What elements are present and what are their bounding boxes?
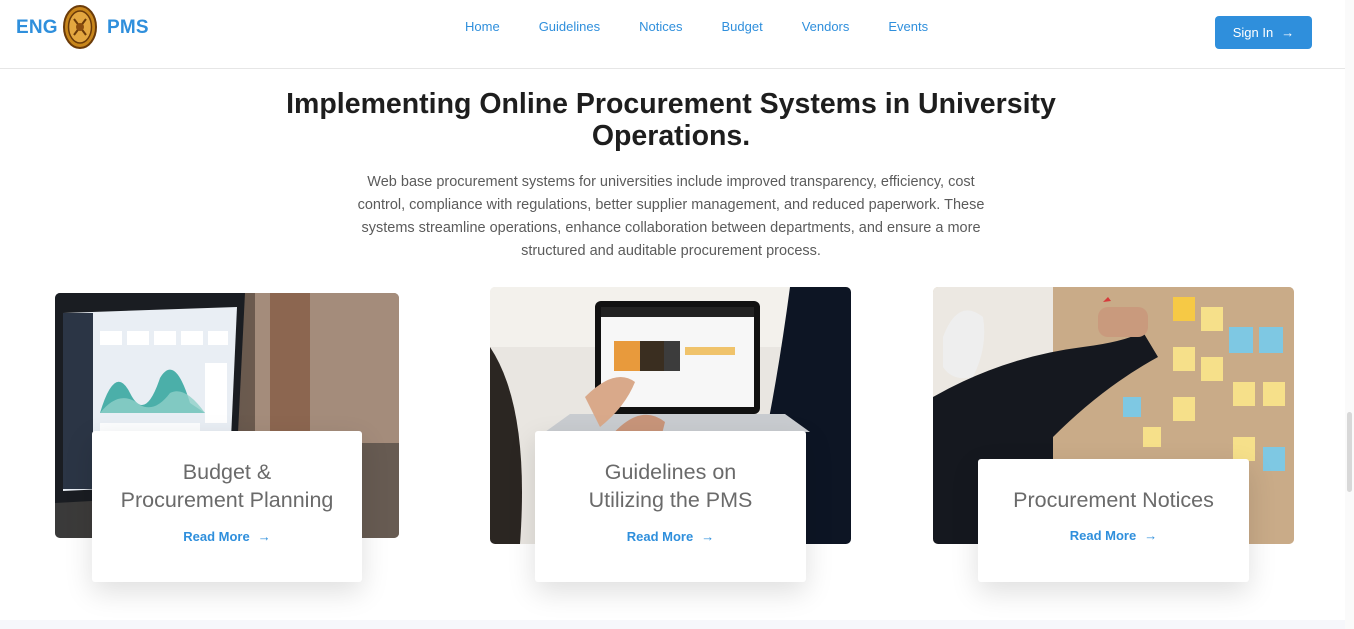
page-title-line1: Implementing Online Procurement Systems … xyxy=(286,88,1056,120)
read-more-label: Read More xyxy=(1069,528,1137,543)
card-budget-title-line1: Budget & xyxy=(182,460,272,484)
description-line4: structured and auditable procurement pro… xyxy=(521,243,821,259)
card-guidelines-title-line1: Guidelines on xyxy=(604,460,737,484)
nav-notices[interactable]: Notices xyxy=(639,19,682,34)
arrow-right-icon: → xyxy=(1144,528,1158,543)
card-budget[interactable]: Budget & Procurement Planning Read More … xyxy=(92,431,362,582)
brand-pms[interactable]: PMS xyxy=(107,17,149,39)
main-nav: Home Guidelines Notices Budget Vendors E… xyxy=(465,19,967,34)
university-seal-logo[interactable] xyxy=(62,4,98,50)
read-more-link[interactable]: Read More → xyxy=(183,529,270,544)
description-line2: control, compliance with regulations, be… xyxy=(357,197,985,213)
card-budget-title-line2: Procurement Planning xyxy=(120,488,334,512)
read-more-link[interactable]: Read More → xyxy=(627,529,714,544)
scrollbar-track[interactable] xyxy=(1345,0,1354,629)
page-description: Web base procurement systems for univers… xyxy=(350,171,992,263)
card-guidelines-title: Guidelines on Utilizing the PMS xyxy=(535,458,806,514)
next-section-edge xyxy=(0,620,1345,629)
nav-events[interactable]: Events xyxy=(888,19,928,34)
description-line1: Web base procurement systems for univers… xyxy=(367,174,975,190)
arrow-right-icon: → xyxy=(1281,25,1295,40)
sign-in-button[interactable]: Sign In → xyxy=(1215,16,1312,49)
nav-home[interactable]: Home xyxy=(465,19,500,34)
read-more-link[interactable]: Read More → xyxy=(1070,528,1157,543)
card-notices[interactable]: Procurement Notices Read More → xyxy=(978,459,1249,582)
card-notices-title: Procurement Notices xyxy=(1013,488,1214,512)
card-guidelines[interactable]: Guidelines on Utilizing the PMS Read Mor… xyxy=(535,431,806,582)
arrow-right-icon: → xyxy=(257,529,271,544)
arrow-right-icon: → xyxy=(701,529,715,544)
brand-eng[interactable]: ENG xyxy=(16,17,58,39)
sign-in-label: Sign In xyxy=(1232,25,1274,40)
card-budget-title: Budget & Procurement Planning xyxy=(92,458,362,514)
nav-budget[interactable]: Budget xyxy=(721,19,762,34)
nav-guidelines[interactable]: Guidelines xyxy=(539,19,600,34)
read-more-label: Read More xyxy=(183,529,250,544)
card-guidelines-title-line2: Utilizing the PMS xyxy=(588,488,753,512)
read-more-label: Read More xyxy=(626,529,694,544)
page-title-line2: Operations. xyxy=(591,120,751,152)
description-line3: systems streamline operations, enhance c… xyxy=(361,220,981,236)
scrollbar-thumb[interactable] xyxy=(1347,412,1352,492)
nav-vendors[interactable]: Vendors xyxy=(802,19,850,34)
page-title: Implementing Online Procurement Systems … xyxy=(250,88,1092,152)
site-header: ENG PMS Home Guidelines Notices Budget V… xyxy=(0,0,1345,69)
